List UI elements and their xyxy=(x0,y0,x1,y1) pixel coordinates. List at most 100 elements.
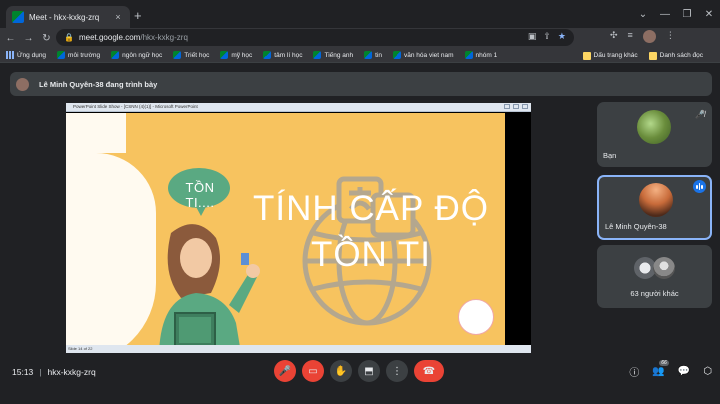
tab-close-icon[interactable]: × xyxy=(112,12,124,22)
bookmark-label: tâm lí học xyxy=(274,51,303,59)
slide-title-line-2: TỒN TI xyxy=(310,235,432,274)
others-count-label: 63 người khác xyxy=(630,289,679,298)
participant-name: Lê Minh Quyên-38 xyxy=(605,222,667,231)
meeting-info: 15:13 | hkx-kxkg-zrq xyxy=(12,367,96,377)
bookmark-star-icon[interactable]: ★ xyxy=(558,31,566,42)
bookmark-label: văn hóa viet nam xyxy=(404,51,454,59)
shared-screen[interactable]: PowerPoint Slide Show - [CSNN (4)(1)] - … xyxy=(66,103,531,353)
raise-hand-button[interactable]: ✋ xyxy=(330,360,352,382)
bookmark-item[interactable]: tin xyxy=(364,51,382,59)
bookmark-label: mỹ học xyxy=(231,51,253,59)
meet-icon xyxy=(393,51,402,59)
bookmark-item[interactable]: mỹ học xyxy=(220,51,252,59)
browser-tab-meet[interactable]: Meet - hkx-kxkg-zrq × xyxy=(6,6,130,28)
powerpoint-titlebar: PowerPoint Slide Show - [CSNN (4)(1)] - … xyxy=(66,103,531,112)
meet-icon xyxy=(220,51,229,59)
bookmark-label: tin xyxy=(375,51,383,59)
side-controls: ⓘ 👥 66 💬 ⬡ xyxy=(629,360,712,379)
ppt-maximize-icon xyxy=(513,104,519,109)
ppt-close-icon xyxy=(522,104,528,109)
other-bookmarks-label: Dấu trang khác xyxy=(593,52,638,59)
bookmark-item[interactable]: Triết học xyxy=(173,51,209,59)
slide: TỒN TI.... TÍNH CẤP ĐỘ TỒN TI xyxy=(66,113,505,345)
other-bookmarks[interactable]: Dấu trang khác xyxy=(582,51,638,60)
back-button[interactable]: ← xyxy=(3,33,18,44)
participant-tile-others[interactable]: 63 người khác xyxy=(597,245,712,308)
mic-toggle-button[interactable]: 🎤 xyxy=(274,360,296,382)
reading-list[interactable]: Danh sách đọc xyxy=(648,51,703,60)
bookmark-item[interactable]: ngôn ngữ học xyxy=(111,51,162,59)
reading-list-label: Danh sách đọc xyxy=(659,52,703,59)
meeting-code: hkx-kxkg-zrq xyxy=(47,367,96,377)
powerpoint-window-title: PowerPoint Slide Show - [CSNN (4)(1)] - … xyxy=(73,104,198,109)
slide-decoration xyxy=(66,113,126,153)
meet-icon xyxy=(57,51,66,59)
more-options-button[interactable]: ⋮ xyxy=(386,360,408,382)
bookmark-label: ngôn ngữ học xyxy=(122,51,163,59)
bookmark-item[interactable]: Tiếng anh xyxy=(313,51,353,59)
omnibox-actions: ▣ ⇪ ★ xyxy=(528,31,566,42)
sheep-sticker xyxy=(458,299,494,335)
participant-avatar xyxy=(637,110,671,144)
woman-illustration xyxy=(159,224,260,345)
slide-side-strip xyxy=(505,113,531,353)
powerpoint-window-controls xyxy=(504,104,528,109)
participant-count-badge: 66 xyxy=(659,360,669,366)
powerpoint-statusbar: Slide 14 of 22 xyxy=(66,345,531,353)
camera-icon[interactable]: ▣ xyxy=(528,31,537,42)
bookmarks-bar: Ứng dụng môi trường ngôn ngữ học Triết h… xyxy=(0,48,720,63)
forward-button[interactable]: → xyxy=(21,33,36,44)
ppt-minimize-icon xyxy=(504,104,510,109)
present-now-button[interactable]: ⬒ xyxy=(358,360,380,382)
chat-icon[interactable]: 💬 xyxy=(678,366,690,377)
url-host: meet.google.com xyxy=(78,33,141,42)
participant-tile-you[interactable]: 🎤̸ Bạn xyxy=(597,102,712,167)
meet-icon xyxy=(111,51,120,59)
share-icon[interactable]: ⇪ xyxy=(543,31,551,42)
reload-button[interactable]: ↻ xyxy=(39,33,54,44)
leave-call-button[interactable]: ☎ xyxy=(414,360,444,382)
minimize-button[interactable]: — xyxy=(654,9,676,20)
url-input[interactable]: 🔒 meet.google.com/hkx-kxkg-zrq ▣ ⇪ ★ xyxy=(56,29,574,46)
bookmark-item[interactable]: nhóm 1 xyxy=(464,51,498,59)
menu-icon[interactable]: ⋮ xyxy=(666,30,675,43)
bookmark-item[interactable]: tâm lí học xyxy=(263,51,302,59)
maximize-button[interactable]: ❐ xyxy=(676,9,698,20)
meet-icon xyxy=(263,51,272,59)
meeting-time: 15:13 xyxy=(12,367,34,377)
profile-avatar[interactable] xyxy=(642,30,656,43)
tab-search-icon[interactable]: ⌄ xyxy=(632,9,654,20)
bookmark-label: Ứng dụng xyxy=(17,51,47,59)
url-text: meet.google.com/hkx-kxkg-zrq xyxy=(79,33,188,42)
bookmark-item[interactable]: môi trường xyxy=(57,51,100,59)
camera-toggle-button[interactable]: ▭ xyxy=(302,360,324,382)
bookmark-label: nhóm 1 xyxy=(475,51,498,59)
mic-off-icon: 🎤̸ xyxy=(695,110,705,119)
meet-icon xyxy=(313,51,322,59)
meet-favicon-icon xyxy=(12,11,24,23)
tab-title: Meet - hkx-kxkg-zrq xyxy=(29,12,100,22)
speaking-indicator-icon xyxy=(693,180,706,193)
meet-icon xyxy=(364,51,373,59)
close-window-button[interactable]: ✕ xyxy=(698,9,720,20)
media-icon[interactable]: ≡ xyxy=(628,30,633,43)
reading-list-icon xyxy=(648,51,657,60)
bookmark-apps[interactable]: Ứng dụng xyxy=(6,51,46,59)
meeting-controls-bar: 15:13 | hkx-kxkg-zrq 🎤 ▭ ✋ ⬒ ⋮ ☎ ⓘ 👥 66 💬… xyxy=(0,358,720,388)
bookmark-label: Triết học xyxy=(184,51,210,59)
activities-icon[interactable]: ⬡ xyxy=(703,366,712,377)
new-tab-button[interactable]: + xyxy=(134,9,142,23)
bookmark-label: môi trường xyxy=(68,51,101,59)
participant-tile-presenter[interactable]: Lê Minh Quyên-38 xyxy=(597,175,712,240)
presenter-label: Lê Minh Quyên-38 đang trình bày xyxy=(39,79,158,89)
meet-icon xyxy=(464,51,473,59)
participant-avatar xyxy=(653,257,675,279)
meeting-details-icon[interactable]: ⓘ xyxy=(629,364,639,379)
lock-icon[interactable]: 🔒 xyxy=(64,33,74,42)
participant-name: Bạn xyxy=(603,151,617,160)
bookmark-item[interactable]: văn hóa viet nam xyxy=(393,51,454,59)
people-icon[interactable]: 👥 66 xyxy=(652,360,669,377)
speech-bubble-text: TỒN TI.... xyxy=(185,180,215,210)
meet-icon xyxy=(173,51,182,59)
extensions-icon[interactable]: ✣ xyxy=(610,30,618,43)
